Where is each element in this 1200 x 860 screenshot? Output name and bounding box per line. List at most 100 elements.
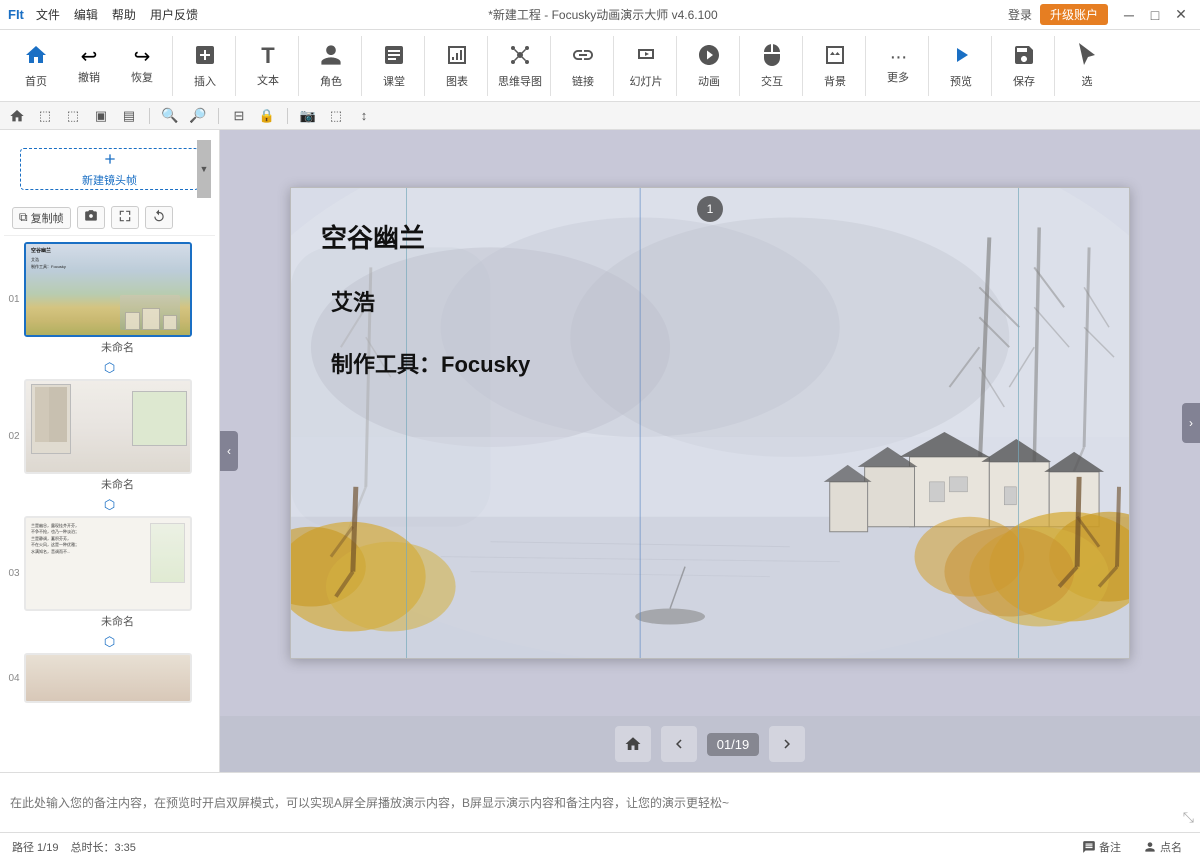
toolbar-background-group: 背景	[805, 36, 866, 96]
toolbar-undo-label: 撤销	[78, 69, 100, 85]
toolbar-undo[interactable]: ↩ 撤销	[63, 36, 115, 96]
canvas-align[interactable]: ⊟	[228, 105, 250, 127]
toolbar-link[interactable]: 链接	[557, 36, 609, 96]
transition-icon-3[interactable]: ⬡	[104, 634, 115, 650]
copy-frame-button[interactable]: ⧉ 复制帧	[12, 207, 71, 229]
minimize-button[interactable]: ─	[1118, 4, 1140, 26]
toolbar-chart[interactable]: 图表	[431, 36, 483, 96]
link-icon	[571, 43, 595, 71]
new-frame-label: 新建镜头帧	[82, 172, 137, 188]
menu-help[interactable]: 帮助	[112, 6, 136, 23]
redo-icon: ↪	[134, 47, 151, 67]
canvas-tool-3[interactable]: ▣	[90, 105, 112, 127]
menu-feedback[interactable]: 用户反馈	[150, 6, 198, 23]
slide-title[interactable]: 空谷幽兰	[321, 218, 530, 255]
transition-2-3: ⬡	[0, 497, 219, 513]
canvas-tool-2[interactable]: ⬚	[62, 105, 84, 127]
close-button[interactable]: ✕	[1170, 4, 1192, 26]
slide-thumb-4[interactable]	[24, 653, 192, 703]
maximize-button[interactable]: □	[1144, 4, 1166, 26]
toolbar-save[interactable]: 保存	[998, 36, 1050, 96]
canvas-tool-6[interactable]: ↕	[353, 105, 375, 127]
toolbar-insert[interactable]: 插入	[179, 36, 231, 96]
toolbar-lesson-group: 课堂	[364, 36, 425, 96]
fit-button[interactable]	[111, 206, 139, 229]
slide-num-4: 04	[4, 673, 24, 684]
slide-thumb-1[interactable]: 空谷幽兰 艾浩 制作工具：Focusky	[24, 242, 192, 337]
new-frame-button[interactable]: 新建镜头帧	[20, 148, 199, 190]
canvas-toolbar: ⬚ ⬚ ▣ ▤ 🔍 🔍 ⊟ 🔒 📷 ⬚ ↕	[0, 102, 1200, 130]
new-frame-dropdown[interactable]: ▼	[197, 140, 211, 198]
nav-prev-button[interactable]	[661, 726, 697, 762]
canvas-zoom-in[interactable]: 🔍	[159, 105, 181, 127]
frame-actions: ⧉ 复制帧	[4, 204, 215, 236]
slide-canvas[interactable]: 空谷幽兰 艾浩 制作工具：Focusky 1	[290, 187, 1130, 659]
toolbar-slideshow[interactable]: 幻灯片	[620, 36, 672, 96]
toolbar-preview[interactable]: 预览	[935, 36, 987, 96]
transition-icon-1[interactable]: ⬡	[104, 360, 115, 376]
toolbar-save-label: 保存	[1013, 73, 1035, 89]
upgrade-button[interactable]: 升级账户	[1040, 4, 1108, 25]
canvas-zoom-out[interactable]: 🔍	[187, 105, 209, 127]
rotate-icon	[152, 209, 166, 226]
notes-statusbar-button[interactable]: 备注	[1076, 837, 1127, 857]
toolbar-select[interactable]: 选	[1061, 36, 1113, 96]
canvas-lock[interactable]: 🔒	[256, 105, 278, 127]
toolbar-text-group: T 文本	[238, 36, 299, 96]
main-area: 新建镜头帧 ▼ ⧉ 复制帧	[0, 130, 1200, 772]
toolbar-more[interactable]: ··· 更多	[872, 36, 924, 96]
toolbar-lesson[interactable]: 课堂	[368, 36, 420, 96]
canvas-home-icon[interactable]	[6, 105, 28, 127]
toolbar-mindmap[interactable]: 思维导图	[494, 36, 546, 96]
new-frame-plus-icon	[102, 151, 118, 170]
toolbar-separator-3	[287, 108, 288, 124]
toolbar-slideshow-label: 幻灯片	[630, 73, 663, 89]
toolbar: 首页 ↩ 撤销 ↪ 恢复 插入 T 文本 角色	[0, 30, 1200, 102]
rotate-button[interactable]	[145, 206, 173, 229]
screenshot-button[interactable]	[77, 206, 105, 229]
slide-panel-top: 新建镜头帧 ▼ ⧉ 复制帧	[0, 130, 219, 236]
more-icon: ···	[890, 47, 907, 67]
guide-vertical-2	[1018, 188, 1019, 658]
notes-input[interactable]	[10, 796, 1190, 810]
toolbar-redo-label: 恢复	[131, 69, 153, 85]
mark-statusbar-button[interactable]: 点名	[1137, 837, 1188, 857]
toolbar-background[interactable]: 背景	[809, 36, 861, 96]
toolbar-animation[interactable]: 动画	[683, 36, 735, 96]
slide-thumb-3[interactable]: 兰是幽谷，露现挂芥开芬， 不争不抢，也乃一种淡泊； 兰是静调，蓄积芬芳， 不在火…	[24, 516, 192, 611]
toolbar-select-label: 选	[1082, 73, 1093, 89]
login-button[interactable]: 登录	[1008, 6, 1032, 23]
lesson-icon	[382, 43, 406, 71]
slide-tool-text[interactable]: 制作工具：Focusky	[331, 347, 530, 379]
toolbar-role[interactable]: 角色	[305, 36, 357, 96]
transition-1-2: ⬡	[0, 360, 219, 376]
copy-icon: ⧉	[19, 210, 28, 225]
nav-home-button[interactable]	[615, 726, 651, 762]
save-icon	[1012, 43, 1036, 71]
collapse-sidebar-button[interactable]: ‹	[220, 431, 238, 471]
menu-bar: 文件 编辑 帮助 用户反馈	[36, 6, 198, 23]
toolbar-mindmap-label: 思维导图	[498, 73, 542, 89]
transition-icon-2[interactable]: ⬡	[104, 497, 115, 513]
nav-next-button[interactable]	[769, 726, 805, 762]
canvas-tool-4[interactable]: ▤	[118, 105, 140, 127]
preview-icon	[949, 43, 973, 71]
slide-label-3: 未命名	[24, 613, 211, 629]
toolbar-text[interactable]: T 文本	[242, 36, 294, 96]
toolbar-background-label: 背景	[824, 73, 846, 89]
toolbar-home[interactable]: 首页	[10, 36, 62, 96]
toolbar-chart-label: 图表	[446, 73, 468, 89]
canvas-tool-5[interactable]: ⬚	[325, 105, 347, 127]
slide-thumb-2[interactable]	[24, 379, 192, 474]
menu-edit[interactable]: 编辑	[74, 6, 98, 23]
notes-area: ⤡	[0, 772, 1200, 832]
notes-expand-button[interactable]: ⤡	[1183, 809, 1194, 826]
expand-right-panel-button[interactable]: ›	[1182, 403, 1200, 443]
menu-file[interactable]: 文件	[36, 6, 60, 23]
slide-subtitle[interactable]: 艾浩	[331, 285, 530, 317]
canvas-camera[interactable]: 📷	[297, 105, 319, 127]
toolbar-redo[interactable]: ↪ 恢复	[116, 36, 168, 96]
canvas-tool-1[interactable]: ⬚	[34, 105, 56, 127]
toolbar-interact[interactable]: 交互	[746, 36, 798, 96]
slideshow-icon	[634, 43, 658, 71]
